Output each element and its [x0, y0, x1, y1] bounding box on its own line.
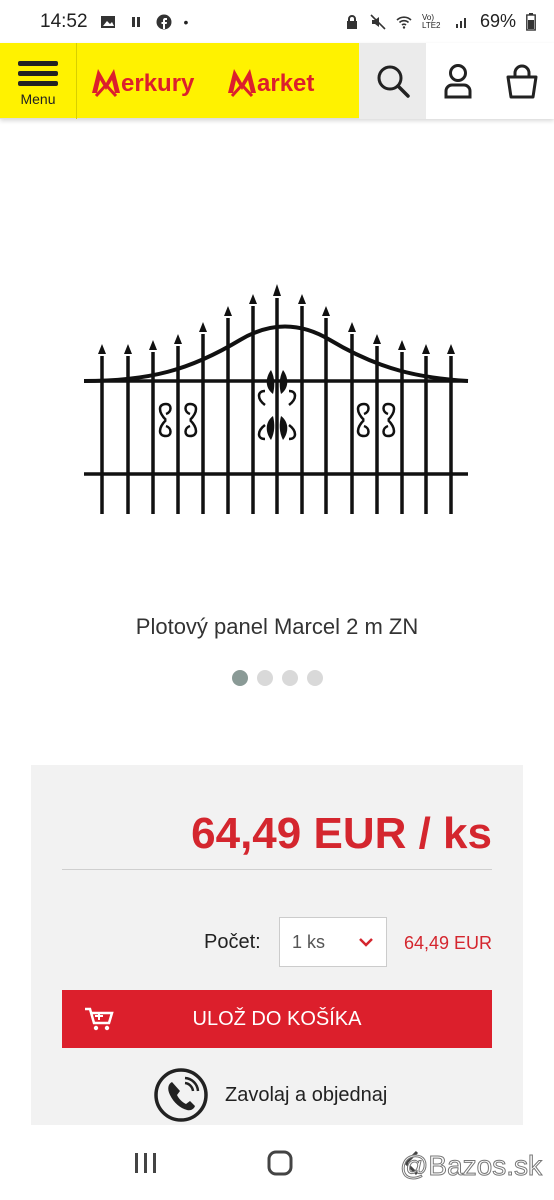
gallery-dots [0, 670, 554, 686]
call-label: Zavolaj a objednaj [225, 1083, 388, 1106]
signal-icon [455, 17, 466, 28]
shopping-bag-icon [506, 64, 538, 99]
divider [62, 869, 492, 870]
status-time: 14:52 [40, 10, 88, 32]
home-icon[interactable] [266, 1149, 294, 1177]
account-button[interactable] [426, 43, 490, 119]
merkury-market-logo: erkury arket [92, 68, 314, 97]
quantity-label: Počet: [204, 931, 261, 953]
user-icon [444, 64, 472, 99]
cart-icon [85, 1007, 114, 1031]
add-to-cart-button[interactable]: ULOŽ DO KOŠÍKA [62, 990, 492, 1048]
battery-percent: 69% [479, 11, 516, 31]
search-button[interactable] [359, 43, 426, 119]
hamburger-icon [18, 56, 58, 91]
add-to-cart-label: ULOŽ DO KOŠÍKA [192, 1007, 362, 1030]
quantity-total: 64,49 EUR [403, 933, 492, 953]
svg-text:erkury: erkury [121, 70, 195, 97]
gallery-dot[interactable] [231, 670, 248, 686]
call-to-order[interactable]: Zavolaj a objednaj [153, 1067, 387, 1123]
gallery-icon [100, 15, 115, 28]
facebook-icon [156, 14, 172, 29]
dot-icon: • [183, 13, 189, 30]
svg-text:arket: arket [257, 70, 314, 97]
menu-button[interactable]: Menu [0, 43, 77, 119]
site-header: Menu erkury arket [0, 43, 554, 119]
status-bar: 14:52 • Vo) LTE2 69% [0, 0, 554, 43]
logo[interactable]: erkury arket [77, 43, 359, 118]
menu-label: Menu [20, 90, 56, 107]
purchase-panel: 64,49 EUR / ks Počet: 1 ks 64,49 EUR ULO… [31, 765, 523, 1125]
phone-icon [154, 1068, 208, 1122]
gallery-dot[interactable] [256, 670, 273, 686]
recent-apps-icon[interactable] [133, 1151, 159, 1175]
mute-icon [370, 13, 386, 30]
product-price: 64,49 EUR / ks [191, 809, 492, 858]
product-title: Plotový panel Marcel 2 m ZN [135, 614, 419, 639]
quantity-value: 1 ks [292, 931, 326, 952]
quantity-select[interactable]: 1 ks [279, 917, 387, 967]
search-icon [377, 65, 410, 98]
pause-icon [131, 16, 140, 27]
network-label: Vo) LTE2 [421, 12, 441, 30]
battery-icon [526, 12, 536, 31]
gallery-dot[interactable] [306, 670, 323, 686]
chevron-down-icon [359, 938, 373, 947]
fence-panel-image [83, 284, 469, 514]
cart-header-button[interactable] [490, 43, 554, 119]
gallery-dot[interactable] [281, 670, 298, 686]
lock-icon [346, 14, 357, 29]
watermark: @Bazos.sk [399, 1150, 542, 1182]
wifi-icon [396, 15, 412, 29]
